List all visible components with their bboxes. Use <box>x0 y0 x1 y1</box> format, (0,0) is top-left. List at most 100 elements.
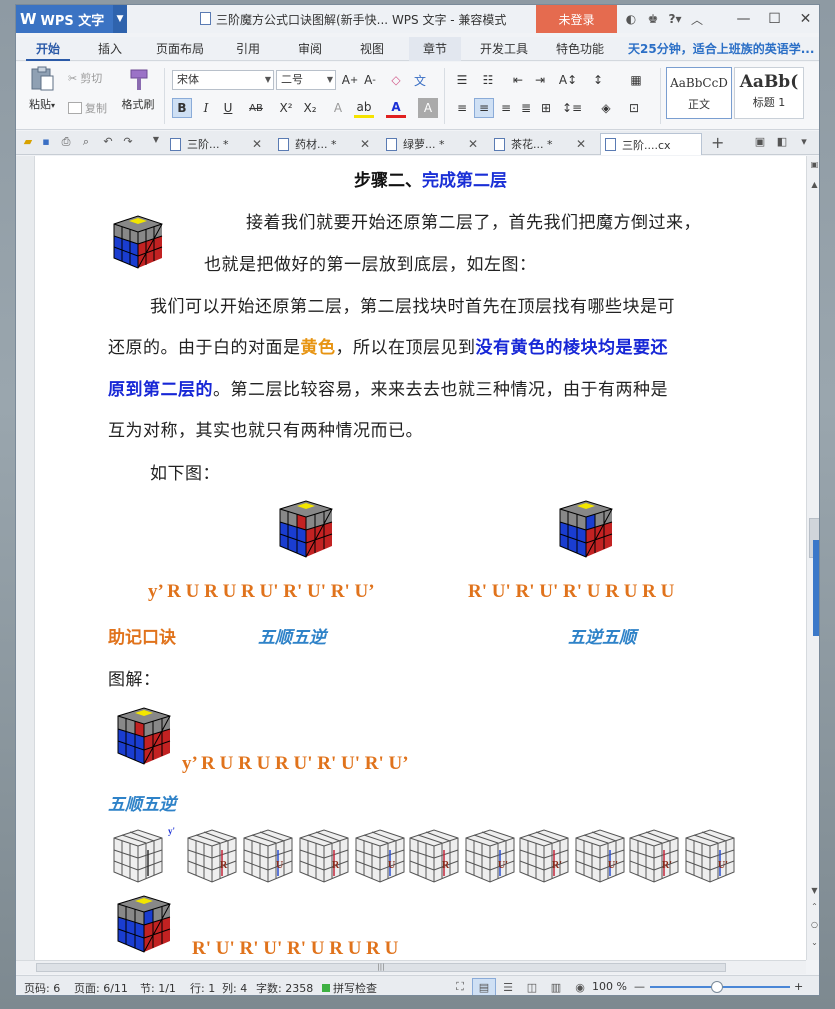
doc-tab[interactable]: 绿萝... * ✕ <box>382 133 484 155</box>
line-spacing-icon[interactable]: ↕≡ <box>562 98 582 118</box>
bold-icon[interactable]: B <box>172 98 192 118</box>
maximize-icon[interactable]: ☐ <box>759 5 790 33</box>
zoom-slider-handle[interactable] <box>711 981 723 993</box>
doc-tab[interactable]: 茶花... * ✕ <box>490 133 592 155</box>
decrease-indent-icon[interactable]: ⇤ <box>508 70 528 90</box>
panel-icon[interactable]: ▣ <box>807 160 819 169</box>
save-icon[interactable]: ▪ <box>38 135 54 151</box>
full-screen-icon[interactable]: ⛶ <box>448 978 472 995</box>
browse-object-icon[interactable]: ○ <box>807 920 819 929</box>
close-icon[interactable]: ✕ <box>576 137 586 151</box>
superscript-icon[interactable]: X² <box>276 98 296 118</box>
zoom-out-icon[interactable]: — <box>634 980 645 993</box>
doc-tab[interactable]: 三阶... * ✕ <box>166 133 268 155</box>
horizontal-scrollbar[interactable]: ||| <box>16 960 806 974</box>
tab-insert[interactable]: 插入 <box>88 37 132 61</box>
new-tab-icon[interactable]: + <box>711 133 724 152</box>
redo-icon[interactable]: ↷ <box>120 135 136 151</box>
tab-developer[interactable]: 开发工具 <box>474 37 534 61</box>
undo-icon[interactable]: ↶ <box>100 135 116 151</box>
cut-button[interactable]: ✂ 剪切 <box>68 70 102 86</box>
shirt-icon[interactable]: ♚ <box>642 12 664 26</box>
quick-access-dropdown-icon[interactable]: ▼ <box>148 135 164 151</box>
text-effect-icon[interactable]: A <box>328 98 348 118</box>
font-color-icon[interactable]: A <box>386 98 406 118</box>
spell-check-button[interactable]: 拼写检查 <box>322 980 377 995</box>
menu-icon[interactable]: ▾ <box>796 135 812 151</box>
table-icon[interactable]: ▦ <box>626 70 646 90</box>
document-area[interactable]: 步骤二、完成第二层 接着我们就要开始还原第二层了，首先我们把魔方倒过来， 也就是… <box>16 156 806 960</box>
promo-link[interactable]: 天25分钟，适合上班族的英语学... <box>628 37 814 61</box>
subscript-icon[interactable]: X₂ <box>300 98 320 118</box>
skin-icon[interactable]: ◐ <box>620 12 642 26</box>
h-scroll-thumb[interactable]: ||| <box>36 963 726 972</box>
numbered-list-icon[interactable]: ☷ <box>478 70 498 90</box>
text-direction-icon[interactable]: A↕ <box>558 70 578 90</box>
char-shading-icon[interactable]: A <box>418 98 438 118</box>
shading-fill-icon[interactable]: ◈ <box>596 98 616 118</box>
bullet-list-icon[interactable]: ☰ <box>452 70 472 90</box>
next-page-icon[interactable]: ⌄ <box>807 938 819 947</box>
doc-tab[interactable]: 药材... * ✕ <box>274 133 376 155</box>
help-icon[interactable]: ?▾ <box>664 12 686 26</box>
sort-icon[interactable]: ↕ <box>588 70 608 90</box>
tab-home[interactable]: 开始 <box>26 37 70 61</box>
font-size-select[interactable]: 二号 ▼ <box>276 70 336 90</box>
align-right-icon[interactable]: ≡ <box>496 98 516 118</box>
format-painter-button[interactable]: 格式刷 <box>118 66 158 112</box>
collapse-ribbon-icon[interactable]: ︿ <box>686 11 708 28</box>
italic-icon[interactable]: I <box>196 98 216 118</box>
page-view-icon[interactable]: ▤ <box>472 978 496 995</box>
reading-mode-icon[interactable]: ▥ <box>544 978 568 995</box>
login-button[interactable]: 未登录 <box>536 5 617 33</box>
paste-button[interactable]: 粘贴▾ <box>22 66 62 112</box>
shrink-font-icon[interactable]: A- <box>360 70 380 90</box>
style-heading-1[interactable]: AaBb( 标题 1 <box>734 67 804 119</box>
close-icon[interactable]: ✕ <box>252 137 262 151</box>
tab-view[interactable]: 视图 <box>350 37 394 61</box>
close-icon[interactable]: ✕ <box>468 137 478 151</box>
app-menu-button[interactable]: W WPS 文字 ▼ <box>16 5 127 33</box>
close-icon[interactable]: ✕ <box>790 5 819 33</box>
highlight-icon[interactable]: ab <box>354 98 374 118</box>
tab-references[interactable]: 引用 <box>226 37 270 61</box>
print-preview-icon[interactable]: ⌕ <box>78 135 94 151</box>
align-center-icon[interactable]: ≡ <box>474 98 494 118</box>
justify-icon[interactable]: ≣ <box>516 98 536 118</box>
scroll-up-icon[interactable]: ▲ <box>807 180 819 189</box>
tab-page-layout[interactable]: 页面布局 <box>150 37 210 61</box>
grow-font-icon[interactable]: A + <box>340 70 360 90</box>
sidebar-toggle-icon[interactable]: ◧ <box>774 135 790 151</box>
font-name-select[interactable]: 宋体 ▼ <box>172 70 274 90</box>
copy-button[interactable]: 复制 <box>68 100 107 116</box>
minimize-icon[interactable]: — <box>728 5 759 33</box>
scroll-down-icon[interactable]: ▼ <box>807 886 819 895</box>
tab-chapter[interactable]: 章节 <box>409 37 461 61</box>
prev-page-icon[interactable]: ⌃ <box>807 902 819 911</box>
side-panel-toggle[interactable] <box>813 540 819 636</box>
eye-protection-icon[interactable]: ◉ <box>568 978 592 995</box>
tab-review[interactable]: 审阅 <box>288 37 332 61</box>
clear-format-icon[interactable]: ◇ <box>386 70 406 90</box>
zoom-in-icon[interactable]: + <box>794 980 803 993</box>
status-word-count[interactable]: 字数: 2358 <box>256 980 313 995</box>
phonetic-icon[interactable]: 文 <box>410 70 430 90</box>
open-folder-icon[interactable]: ▰ <box>20 135 36 151</box>
web-view-icon[interactable]: ◫ <box>520 978 544 995</box>
style-normal[interactable]: AaBbCcD 正文 <box>666 67 732 119</box>
window-list-icon[interactable]: ▣ <box>752 135 768 151</box>
underline-icon[interactable]: U <box>218 98 238 118</box>
document-page[interactable]: 步骤二、完成第二层 接着我们就要开始还原第二层了，首先我们把魔方倒过来， 也就是… <box>36 156 806 960</box>
print-icon[interactable]: ⎙ <box>58 135 74 151</box>
close-icon[interactable]: ✕ <box>360 137 370 151</box>
doc-tab-active[interactable]: 三阶....cx <box>600 133 702 155</box>
outline-view-icon[interactable]: ☰ <box>496 978 520 995</box>
chevron-down-icon[interactable]: ▼ <box>113 5 127 33</box>
borders-icon[interactable]: ⊡ <box>624 98 644 118</box>
zoom-level[interactable]: 100 % <box>592 980 627 993</box>
align-left-icon[interactable]: ≡ <box>452 98 472 118</box>
tab-features[interactable]: 特色功能 <box>550 37 610 61</box>
increase-indent-icon[interactable]: ⇥ <box>530 70 550 90</box>
strikethrough-icon[interactable]: AB <box>246 98 266 118</box>
distribute-icon[interactable]: ⊞ <box>536 98 556 118</box>
